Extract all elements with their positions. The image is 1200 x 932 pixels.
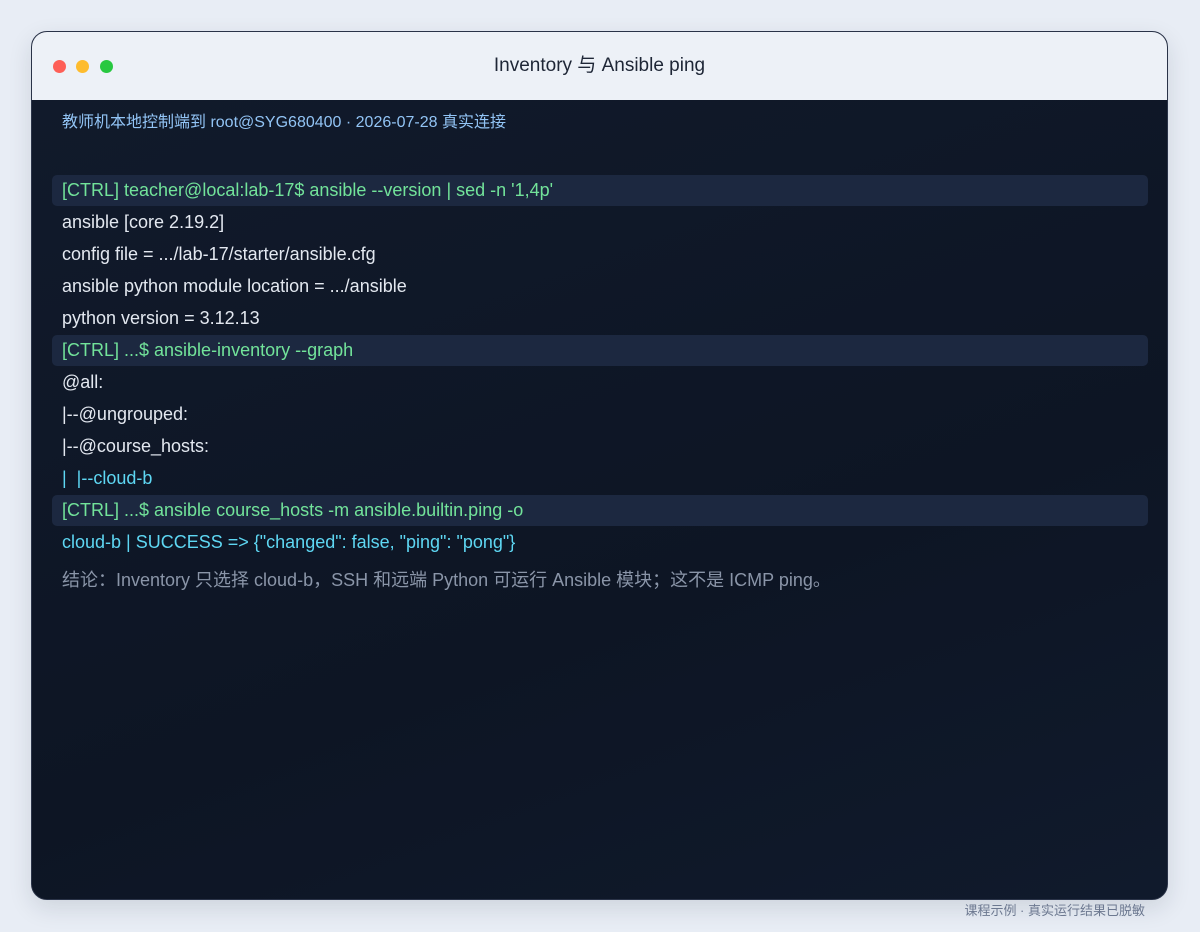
- session-subtitle: 教师机本地控制端到 root@SYG680400 · 2026-07-28 真实…: [62, 114, 506, 131]
- terminal-output-line: python version = 3.12.13: [62, 308, 260, 328]
- conclusion-note: 结论：Inventory 只选择 cloud-b，SSH 和远端 Python …: [62, 570, 831, 590]
- terminal-output-line: |--@ungrouped:: [62, 404, 189, 424]
- terminal-output-line: ansible python module location = .../ans…: [62, 276, 407, 296]
- terminal-output-line: @all:: [62, 372, 104, 392]
- terminal-output[interactable]: 教师机本地控制端到 root@SYG680400 · 2026-07-28 真实…: [32, 100, 1167, 899]
- terminal-highlight-line: cloud-b | SUCCESS => {"changed": false, …: [62, 532, 516, 552]
- title-bar: Inventory 与 Ansible ping: [32, 32, 1167, 101]
- terminal-output-line: config file = .../lab-17/starter/ansible…: [62, 244, 376, 264]
- window-title: Inventory 与 Ansible ping: [493, 55, 706, 76]
- terminal-output-line: ansible [core 2.19.2]: [62, 212, 225, 232]
- terminal-command-line: [CTRL] teacher@local:lab-17$ ansible --v…: [52, 175, 1148, 206]
- terminal-output-line: |--@course_hosts:: [62, 436, 209, 456]
- footer-caption: 课程示例 · 真实运行结果已脱敏: [964, 903, 1145, 918]
- terminal-highlight-line: | |--cloud-b: [62, 468, 153, 488]
- terminal-command-line: [CTRL] ...$ ansible course_hosts -m ansi…: [52, 495, 1148, 526]
- terminal-command-line: [CTRL] ...$ ansible-inventory --graph: [52, 335, 1148, 366]
- terminal-window: Inventory 与 Ansible ping 教师机本地控制端到 root@…: [31, 31, 1168, 900]
